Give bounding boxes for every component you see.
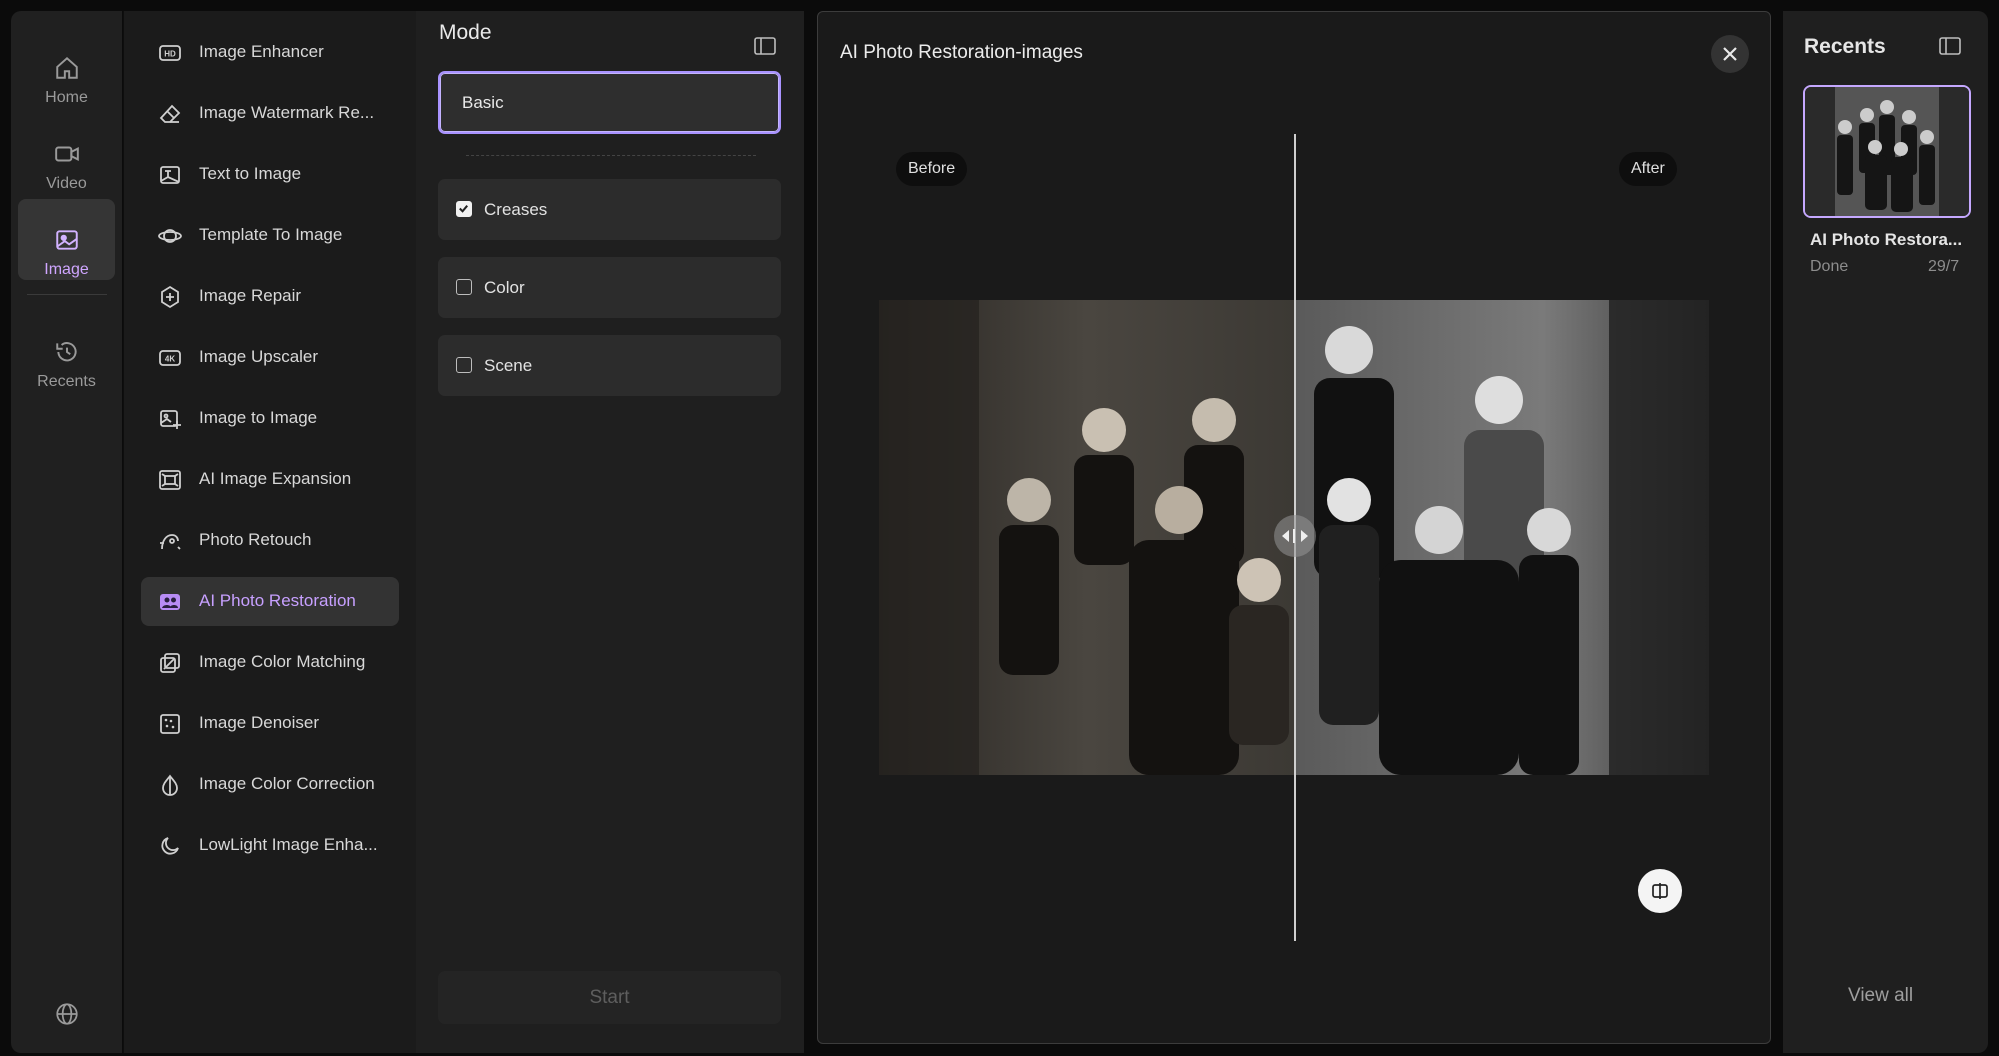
4k-icon: 4K [159,350,181,366]
tool-image-denoiser[interactable]: Image Denoiser [141,699,399,748]
recent-item-date: 29/7 [1928,258,1960,275]
before-label: Before [896,152,968,186]
sidebar-toggle-icon[interactable] [754,37,776,55]
option-label: Creases [484,200,548,219]
dashed-divider [466,155,756,156]
mode-select-basic[interactable]: Basic [438,71,781,134]
recent-item-thumbnail[interactable] [1803,85,1971,218]
tools-sidebar: HD Image Enhancer Image Watermark Re... … [123,11,416,1053]
option-color[interactable]: Color [438,257,781,318]
mode-selected-label: Basic [462,93,504,112]
nav-recents[interactable]: Recents [18,311,115,392]
tool-image-enhancer[interactable]: HD Image Enhancer [141,28,399,77]
sidebar-toggle-icon[interactable] [1939,37,1961,55]
template-icon [158,229,182,243]
history-icon [55,342,77,362]
tool-text-to-image[interactable]: Text to Image [141,150,399,199]
tool-label: Image Upscaler [199,347,319,366]
compare-toggle-button[interactable] [1638,869,1682,913]
tool-photo-retouch[interactable]: Photo Retouch [141,516,399,565]
tool-lowlight-enhancer[interactable]: LowLight Image Enha... [141,821,399,870]
tool-image-color-matching[interactable]: Image Color Matching [141,638,399,687]
home-icon [55,56,78,79]
image-icon [55,230,78,250]
globe-icon[interactable] [54,1001,80,1027]
repair-icon [161,285,179,309]
split-view-icon [1652,883,1668,899]
recents-panel: Recents AI Photo Restora... Done 29/7 Vi… [1783,11,1988,1053]
recent-item-title: AI Photo Restora... [1810,230,1963,249]
nav-video-label: Video [46,175,87,192]
eraser-icon [159,104,181,123]
tool-label: Image Denoiser [199,713,320,732]
video-icon [54,146,79,162]
checkbox-checked[interactable] [456,201,472,217]
tool-ai-image-expansion[interactable]: AI Image Expansion [141,455,399,504]
hd-icon: HD [159,45,181,61]
tool-label: Image Enhancer [199,42,324,61]
view-all-link[interactable]: View all [1848,985,1913,1007]
expand-icon [159,470,181,490]
tool-label: Template To Image [199,225,343,244]
checkbox[interactable] [456,279,472,295]
nav-video[interactable]: Video [18,113,115,194]
thumbnail-image [1805,87,1969,216]
close-button[interactable] [1711,35,1749,73]
nav-home[interactable]: Home [18,27,115,108]
tool-image-color-correction[interactable]: Image Color Correction [141,760,399,809]
preview-panel: AI Photo Restoration-images Before After [817,11,1771,1044]
nav-image-label: Image [44,261,89,278]
tool-watermark-remover[interactable]: Image Watermark Re... [141,89,399,138]
option-label: Scene [484,356,533,375]
tool-image-to-image[interactable]: Image to Image [141,394,399,443]
tool-ai-photo-restoration[interactable]: AI Photo Restoration [141,577,399,626]
checkbox[interactable] [456,357,472,373]
option-label: Color [484,278,525,297]
nav-rail: Home Video Image Recents [11,11,122,1053]
nav-divider [27,294,107,295]
tool-template-to-image[interactable]: Template To Image [141,211,399,260]
text-image-icon [160,166,180,184]
svg-text:4K: 4K [165,355,175,364]
option-creases[interactable]: Creases [438,179,781,240]
tool-label: Text to Image [199,164,302,183]
preview-title: AI Photo Restoration-images [840,42,1083,63]
restoration-icon [160,594,180,610]
start-button[interactable]: Start [438,971,781,1024]
tool-image-upscaler[interactable]: 4K Image Upscaler [141,333,399,382]
tool-label: AI Image Expansion [199,469,352,488]
image-to-image-icon [160,410,181,429]
tool-label: LowLight Image Enha... [199,835,378,854]
svg-text:HD: HD [164,50,176,59]
close-icon [1723,47,1737,61]
denoise-icon [160,714,180,734]
retouch-icon [160,534,181,550]
nav-image[interactable]: Image [18,199,115,280]
recents-title: Recents [1804,35,1886,58]
after-label: After [1619,152,1677,186]
app-window: Home Video Image Recents HD Image Enhanc… [0,0,1999,1056]
tool-label: AI Photo Restoration [199,591,356,610]
color-match-icon [160,653,180,673]
moon-icon [161,837,179,855]
tool-label: Photo Retouch [199,530,312,549]
drag-arrows-icon [1282,529,1308,543]
tool-label: Image Color Correction [199,774,375,793]
slider-handle[interactable] [1274,515,1316,557]
tool-label: Image Repair [199,286,302,305]
tool-label: Image Watermark Re... [199,103,375,122]
tool-label: Image to Image [199,408,318,427]
option-scene[interactable]: Scene [438,335,781,396]
color-correction-icon [162,774,178,796]
nav-home-label: Home [45,89,88,106]
tool-image-repair[interactable]: Image Repair [141,272,399,321]
mode-panel: Mode Basic Creases Color Scene Start [416,11,804,1053]
mode-title: Mode [439,21,492,44]
nav-recents-label: Recents [37,373,96,390]
recent-item-status: Done [1810,258,1849,275]
tool-label: Image Color Matching [199,652,366,671]
